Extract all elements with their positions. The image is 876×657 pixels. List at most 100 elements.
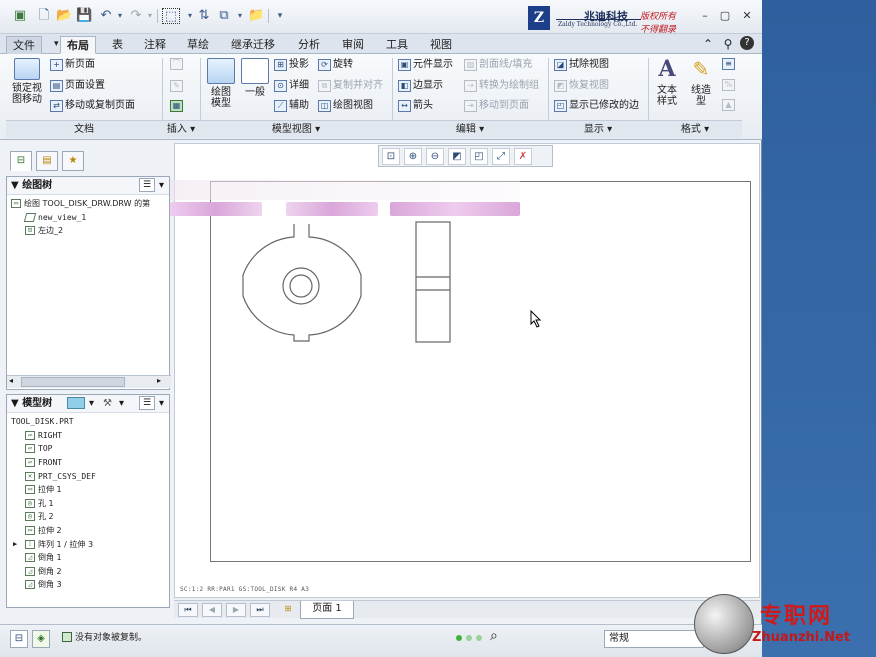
new-file-icon[interactable]: 🗋 (36, 8, 52, 24)
tree-item[interactable]: ▱ RIGHT (11, 429, 169, 443)
next-page-icon[interactable]: ▶ (226, 603, 246, 617)
add-page-icon[interactable]: ⊞ (278, 603, 298, 617)
help-icon[interactable]: ? (740, 36, 754, 50)
lock-view-move-button[interactable]: 锁定视 图移动 (8, 58, 46, 105)
move-copy-page-button[interactable]: ⇄ 移动或复制页面 (50, 99, 135, 113)
line-style-button[interactable]: ✎ 线造 型 (686, 56, 716, 107)
model-tree-settings-icon[interactable]: ☰ (139, 396, 155, 410)
insert-chart-button[interactable]: ⌒ (170, 58, 183, 70)
tree-item[interactable]: ▭ 拉伸 2 (11, 524, 169, 538)
tab-tools[interactable]: 工具 (380, 36, 414, 54)
page-tab[interactable]: 页面 1 (300, 601, 354, 619)
tab-review[interactable]: 审阅 (336, 36, 370, 54)
drawing-model-button[interactable]: 绘图 模型 (204, 58, 238, 109)
display-style-icon[interactable]: ◰ (470, 147, 488, 165)
selection-filter-select[interactable]: 常规 (604, 630, 704, 648)
drawing-sheet[interactable] (210, 181, 751, 562)
tree-item[interactable]: ▶ ⁞ 阵列 1 / 拉伸 3 (11, 537, 169, 551)
tab-table[interactable]: 表 (106, 36, 129, 54)
revolve-button[interactable]: ⟳ 旋转 (318, 58, 353, 72)
filter-icon[interactable]: ⚒ (103, 395, 112, 413)
group-model-views[interactable]: 模型视图 ▾ (200, 120, 392, 138)
tab-annotate[interactable]: 注释 (138, 36, 172, 54)
restore-view-button[interactable]: ◩ 恢复视图 (554, 79, 609, 93)
format-extra-button-1[interactable]: ≡ (722, 58, 735, 70)
erase-view-button[interactable]: ◪ 拭除视图 (554, 58, 609, 72)
search-icon[interactable]: ⚲ (720, 36, 736, 52)
model-display-icon[interactable] (67, 397, 85, 409)
close-window-icon[interactable]: 📁 (248, 8, 264, 24)
tree-settings-dropdown-icon[interactable]: ▾ (159, 177, 164, 195)
scroll-right-icon[interactable]: ▸ (157, 376, 161, 385)
edge-display-button[interactable]: ◧ 边显示 (398, 79, 443, 93)
repaint-icon[interactable]: ◩ (448, 147, 466, 165)
page-setup-button[interactable]: ▤ 页面设置 (50, 79, 105, 93)
zoom-out-icon[interactable]: ⊖ (426, 147, 444, 165)
section-hatch-button[interactable]: ▨ 剖面线/填充 (464, 58, 532, 72)
tree-item[interactable]: ◿ 倒角 3 (11, 578, 169, 592)
last-page-icon[interactable]: ⏭ (250, 603, 270, 617)
tree-item[interactable]: ▭ 绘图 TOOL_DISK_DRW.DRW 的第 (11, 197, 169, 211)
group-insert[interactable]: 插入 ▾ (162, 120, 200, 138)
element-display-button[interactable]: ▣ 元件显示 (398, 58, 453, 72)
move-to-page-button[interactable]: ⇥ 移动到页面 (464, 99, 529, 113)
find-icon[interactable]: ⌕ (490, 628, 498, 644)
collapse-ribbon-icon[interactable]: ⌃ (700, 36, 716, 52)
scroll-thumb[interactable] (21, 377, 125, 387)
projection-button[interactable]: ⊞ 投影 (274, 58, 309, 72)
navigator-toggle-icon[interactable]: ⊟ (10, 630, 28, 648)
collapse-icon[interactable]: ▼ (11, 398, 19, 409)
text-style-button[interactable]: A 文本 样式 (652, 56, 682, 107)
tree-settings-icon[interactable]: ☰ (139, 178, 155, 192)
prev-page-icon[interactable]: ◀ (202, 603, 222, 617)
open-icon[interactable]: 📂 (56, 8, 72, 24)
general-view-button[interactable]: 一般 (240, 58, 270, 98)
restore-icon[interactable]: ▢ (718, 9, 732, 23)
tree-item[interactable]: ▱ FRONT (11, 456, 169, 470)
expand-icon[interactable]: ▶ (13, 538, 17, 551)
save-icon[interactable]: 💾 (76, 8, 92, 24)
arrow-button[interactable]: ↔ 箭头 (398, 99, 433, 113)
datum-display-icon[interactable]: ⤢ (492, 147, 510, 165)
tab-file[interactable]: 文件 (6, 36, 42, 54)
redo-dropdown-icon[interactable]: ▾ (142, 8, 158, 24)
annotation-display-icon[interactable]: ✗ (514, 147, 532, 165)
group-format[interactable]: 格式 ▾ (648, 120, 742, 138)
close-icon[interactable]: ✕ (740, 9, 754, 23)
windows-dropdown-icon[interactable]: ▾ (232, 8, 248, 24)
windows-icon[interactable]: ⧉ (216, 8, 232, 24)
group-edit[interactable]: 编辑 ▾ (392, 120, 548, 138)
tree-item[interactable]: ◎ 孔 1 (11, 497, 169, 511)
filter-dropdown-icon[interactable]: ▾ (119, 395, 124, 413)
scroll-left-icon[interactable]: ◂ (9, 376, 13, 385)
folder-tab-icon[interactable]: ▤ (36, 151, 58, 171)
format-extra-button-2[interactable]: % (722, 79, 735, 91)
show-modified-edges-button[interactable]: ◰ 显示已修改的边 (554, 99, 639, 113)
tree-tab-icon[interactable]: ⊟ (10, 151, 32, 171)
browser-toggle-icon[interactable]: ◈ (32, 630, 50, 648)
tree-item[interactable]: ▱ TOP (11, 442, 169, 456)
drawing-view-button[interactable]: ◫ 绘图视图 (318, 99, 373, 113)
regenerate-icon[interactable]: ⇅ (196, 8, 212, 24)
insert-image-button[interactable]: ▦ (170, 100, 183, 112)
tree-item[interactable]: ✕ PRT_CSYS_DEF (11, 469, 169, 483)
auxiliary-button[interactable]: ⟋ 辅助 (274, 99, 309, 113)
tab-analysis[interactable]: 分析 (292, 36, 326, 54)
detail-button[interactable]: ⊙ 详细 (274, 79, 309, 93)
tab-legacy-migration[interactable]: 继承迁移 (225, 36, 281, 54)
copy-align-button[interactable]: ⧉ 复制并对齐 (318, 79, 383, 93)
tree-item[interactable]: ◿ 倒角 1 (11, 551, 169, 565)
tree-item[interactable]: ◎ 孔 2 (11, 510, 169, 524)
tree-item[interactable]: TOOL_DISK.PRT (11, 415, 169, 429)
minimize-icon[interactable]: – (698, 9, 712, 23)
zoom-in-icon[interactable]: ⊕ (404, 147, 422, 165)
new-page-button[interactable]: + 新页面 (50, 58, 95, 72)
favorites-tab-icon[interactable]: ★ (62, 151, 84, 171)
select-box-icon[interactable]: ⬚ (162, 8, 180, 24)
undo-dropdown-icon[interactable]: ▾ (112, 8, 128, 24)
model-display-dropdown-icon[interactable]: ▾ (89, 395, 94, 413)
refit-icon[interactable]: ⊡ (382, 147, 400, 165)
tab-layout[interactable]: 布局 (60, 36, 96, 54)
convert-group-button[interactable]: ⇢ 转换为绘制组 (464, 79, 539, 93)
tree-item[interactable]: ◿ 倒角 2 (11, 565, 169, 579)
